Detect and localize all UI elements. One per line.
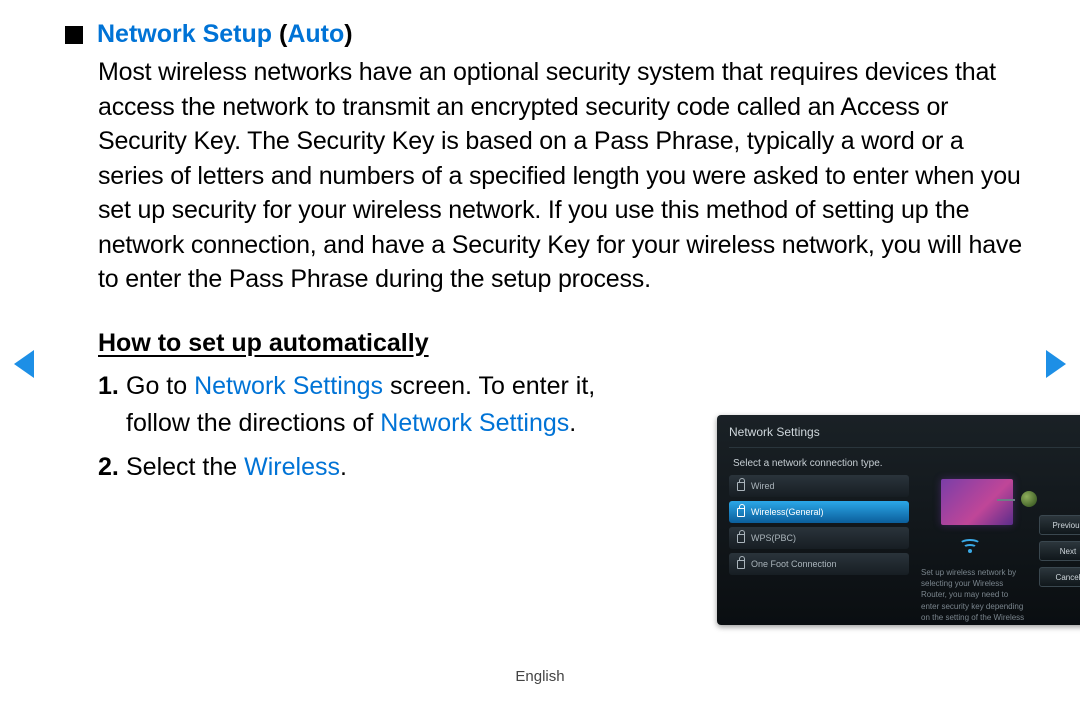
- cancel-button[interactable]: Cancel: [1039, 567, 1080, 587]
- heading-sub: Auto: [287, 20, 344, 48]
- connection-type-list: Wired Wireless(General) WPS(PBC) One Foot C…: [729, 475, 909, 625]
- paren-close: ): [344, 20, 352, 48]
- connection-option-label: WPS(PBC): [751, 533, 796, 543]
- connector-line-icon: [997, 499, 1015, 501]
- section-heading: Network Setup (Auto): [65, 20, 1025, 49]
- step-number: 2.: [98, 449, 126, 487]
- inset-body: Wired Wireless(General) WPS(PBC) One Foot C…: [729, 475, 1080, 625]
- inset-title-row: Network Settings 2/6: [729, 425, 1080, 447]
- lock-icon: [737, 482, 745, 491]
- inset-screenshot: Network Settings 2/6 Select a network co…: [717, 415, 1080, 625]
- heading-main: Network Setup: [97, 20, 279, 48]
- square-bullet-icon: [65, 26, 83, 44]
- step-body: Select the Wireless.: [126, 449, 347, 487]
- connection-option-label: Wireless(General): [751, 507, 824, 517]
- footer-language: English: [0, 668, 1080, 685]
- connection-option-label: Wired: [751, 481, 775, 491]
- prev-page-arrow[interactable]: [14, 350, 34, 378]
- globe-icon: [1021, 491, 1037, 507]
- previous-button[interactable]: Previous: [1039, 515, 1080, 535]
- body-paragraph: Most wireless networks have an optional …: [98, 55, 1025, 297]
- inset-button-column: Previous Next Cancel: [1039, 475, 1080, 625]
- connection-option-0[interactable]: Wired: [729, 475, 909, 497]
- lock-icon: [737, 560, 745, 569]
- connection-option-3[interactable]: One Foot Connection: [729, 553, 909, 575]
- inset-help-text: Set up wireless network by selecting you…: [921, 567, 1027, 625]
- lock-icon: [737, 508, 745, 517]
- page-content: Network Setup (Auto) Most wireless netwo…: [65, 20, 1025, 492]
- inset-preview-pane: Set up wireless network by selecting you…: [919, 475, 1029, 625]
- preview-thumbnail: [941, 479, 1013, 525]
- next-page-arrow[interactable]: [1046, 350, 1066, 378]
- heading-text: Network Setup (Auto): [97, 20, 353, 49]
- connection-option-2[interactable]: WPS(PBC): [729, 527, 909, 549]
- step-body: Go to Network Settings screen. To enter …: [126, 368, 646, 443]
- next-button[interactable]: Next: [1039, 541, 1080, 561]
- connection-option-label: One Foot Connection: [751, 559, 837, 569]
- wifi-icon: [961, 539, 979, 553]
- inset-title: Network Settings: [729, 425, 820, 439]
- subheading: How to set up automatically: [98, 329, 1025, 358]
- connection-option-1[interactable]: Wireless(General): [729, 501, 909, 523]
- lock-icon: [737, 534, 745, 543]
- inset-subtitle: Select a network connection type.: [729, 447, 1080, 475]
- step-number: 1.: [98, 368, 126, 443]
